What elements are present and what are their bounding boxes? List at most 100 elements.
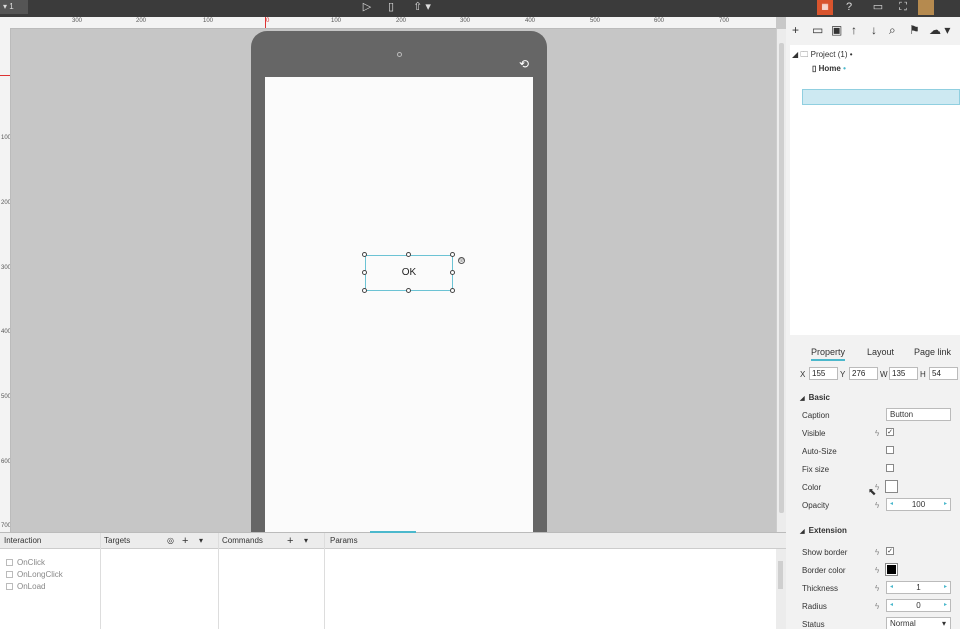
increment-icon[interactable]: ▸ xyxy=(944,600,947,611)
search-icon[interactable]: ⌕ xyxy=(889,23,896,38)
cursor-icon: ⬉ xyxy=(868,487,877,498)
thickness-stepper[interactable]: ◂ 1 ▸ xyxy=(886,581,951,594)
resize-handle[interactable] xyxy=(406,252,411,257)
w-field[interactable] xyxy=(889,367,918,380)
design-canvas[interactable]: ⟲ OK ◎ xyxy=(11,29,776,532)
help-icon[interactable]: ? xyxy=(842,0,856,14)
thickness-label: Thickness xyxy=(802,584,839,593)
tab-layout[interactable]: Layout xyxy=(867,347,894,357)
flag-icon[interactable]: ⚑ xyxy=(909,23,920,37)
ruler-label: 600 xyxy=(654,18,665,24)
project-label: Project (1) xyxy=(810,50,848,59)
bolt-icon[interactable]: ϟ xyxy=(875,566,879,575)
resize-handle[interactable] xyxy=(362,288,367,293)
visible-checkbox[interactable]: ✓ xyxy=(886,428,894,436)
move-down-icon[interactable]: ↓ xyxy=(871,23,877,37)
rotate-icon[interactable]: ⟲ xyxy=(519,57,529,71)
h-field[interactable] xyxy=(929,367,958,380)
ruler-label: 100 xyxy=(1,135,11,141)
tree-selection xyxy=(802,89,960,105)
extension-section-header[interactable]: ◢ Extension xyxy=(800,526,847,535)
ok-button-widget[interactable]: OK xyxy=(365,255,453,291)
cloud-upload-icon[interactable]: ⇧ ▾ xyxy=(408,0,436,14)
right-panel: + ▭ ▣ ↑ ↓ ⌕ ⚑ ☁ ▾ ◢ 🗀 Project (1) • ▯ Ho… xyxy=(786,17,960,629)
ruler-label: 200 xyxy=(1,200,11,206)
thickness-value: 1 xyxy=(916,583,921,592)
basic-section-header[interactable]: ◢ Basic xyxy=(800,393,830,402)
chevron-down-icon[interactable]: ▾ xyxy=(304,533,308,549)
dev-icon[interactable]: ▦ xyxy=(817,0,833,15)
decrement-icon[interactable]: ◂ xyxy=(890,499,893,510)
x-label: X xyxy=(800,370,806,379)
tree-item-home[interactable]: ▯ Home • xyxy=(812,64,846,73)
ruler-label: 300 xyxy=(72,18,83,24)
params-header-label: Params xyxy=(330,536,358,545)
bolt-icon[interactable]: ϟ xyxy=(875,548,879,557)
showborder-checkbox[interactable]: ✓ xyxy=(886,547,894,555)
chevron-down-icon[interactable]: ▾ xyxy=(199,533,203,549)
resize-handle[interactable] xyxy=(450,270,455,275)
tab-property[interactable]: Property xyxy=(811,347,846,361)
resize-handle[interactable] xyxy=(362,252,367,257)
bolt-icon[interactable]: ϟ xyxy=(875,602,879,611)
link-target-icon[interactable]: ◎ xyxy=(458,257,465,264)
play-icon[interactable]: ▷ xyxy=(360,0,374,14)
status-select[interactable]: Normal ▾ xyxy=(886,617,951,629)
ruler-label: 300 xyxy=(1,265,11,271)
border-color-swatch[interactable] xyxy=(885,563,898,576)
y-field[interactable] xyxy=(849,367,878,380)
cloud-icon[interactable]: ☁ ▾ xyxy=(929,23,950,37)
column-divider xyxy=(218,533,219,629)
increment-icon[interactable]: ▸ xyxy=(944,582,947,593)
canvas-scrollbar[interactable] xyxy=(776,29,786,532)
event-item-onclick[interactable]: OnClick xyxy=(6,558,45,567)
radius-stepper[interactable]: ◂ 0 ▸ xyxy=(886,599,951,612)
opacity-label: Opacity xyxy=(802,501,830,510)
add-icon[interactable]: + xyxy=(792,23,799,37)
avatar[interactable] xyxy=(918,0,934,15)
fullscreen-icon[interactable]: ⛶ xyxy=(895,0,911,14)
fixsize-checkbox[interactable] xyxy=(886,464,894,472)
bolt-icon[interactable]: ϟ xyxy=(875,584,879,593)
targets-header-label: Targets xyxy=(104,536,131,545)
interaction-header-label: Interaction xyxy=(4,536,42,545)
interaction-scrollbar[interactable] xyxy=(776,549,786,629)
color-label: Color xyxy=(802,483,822,492)
bolt-icon[interactable]: ϟ xyxy=(875,501,879,510)
phone-screen[interactable]: OK ◎ xyxy=(265,77,533,532)
event-item-onlongclick[interactable]: OnLongClick xyxy=(6,570,63,579)
tree-item-project[interactable]: ◢ 🗀 Project (1) • xyxy=(792,49,853,63)
opacity-value: 100 xyxy=(911,500,926,509)
resize-handle[interactable] xyxy=(362,270,367,275)
save-icon[interactable]: ▣ xyxy=(831,23,842,37)
ruler-label: 100 xyxy=(203,18,214,24)
resize-handle[interactable] xyxy=(450,252,455,257)
resize-handle[interactable] xyxy=(450,288,455,293)
caption-input[interactable]: Button xyxy=(886,408,951,421)
ruler-label: 400 xyxy=(1,329,11,335)
target-icon[interactable]: ◎ xyxy=(167,533,174,549)
bolt-icon[interactable]: ϟ xyxy=(875,429,879,438)
increment-icon[interactable]: ▸ xyxy=(944,499,947,510)
radius-label: Radius xyxy=(802,602,827,611)
page-tab[interactable]: ▾ 1 xyxy=(0,0,28,14)
color-swatch[interactable] xyxy=(885,480,898,493)
phone-icon[interactable]: ▯ xyxy=(385,0,397,14)
move-up-icon[interactable]: ↑ xyxy=(851,23,857,37)
top-bar: ▾ 1 ▷ ▯ ⇧ ▾ ▦ ? ▭ ⛶ xyxy=(0,0,960,17)
decrement-icon[interactable]: ◂ xyxy=(890,582,893,593)
folder-icon[interactable]: ▭ xyxy=(812,23,823,37)
decrement-icon[interactable]: ◂ xyxy=(890,600,893,611)
interaction-panel: Interaction Targets ◎ + ▾ Commands + ▾ P… xyxy=(0,531,786,629)
add-command-icon[interactable]: + xyxy=(287,533,293,549)
tab-page-link[interactable]: Page link xyxy=(914,347,951,357)
x-field[interactable] xyxy=(809,367,838,380)
add-target-icon[interactable]: + xyxy=(182,533,188,549)
window-icon[interactable]: ▭ xyxy=(871,0,885,14)
resize-handle[interactable] xyxy=(406,288,411,293)
property-tabs: Property Layout Page link xyxy=(790,343,960,363)
event-item-onload[interactable]: OnLoad xyxy=(6,582,45,591)
opacity-stepper[interactable]: ◂ 100 ▸ xyxy=(886,498,951,511)
horizontal-ruler: 300 200 100 0 100 200 300 400 500 600 70… xyxy=(10,17,776,29)
autosize-checkbox[interactable] xyxy=(886,446,894,454)
